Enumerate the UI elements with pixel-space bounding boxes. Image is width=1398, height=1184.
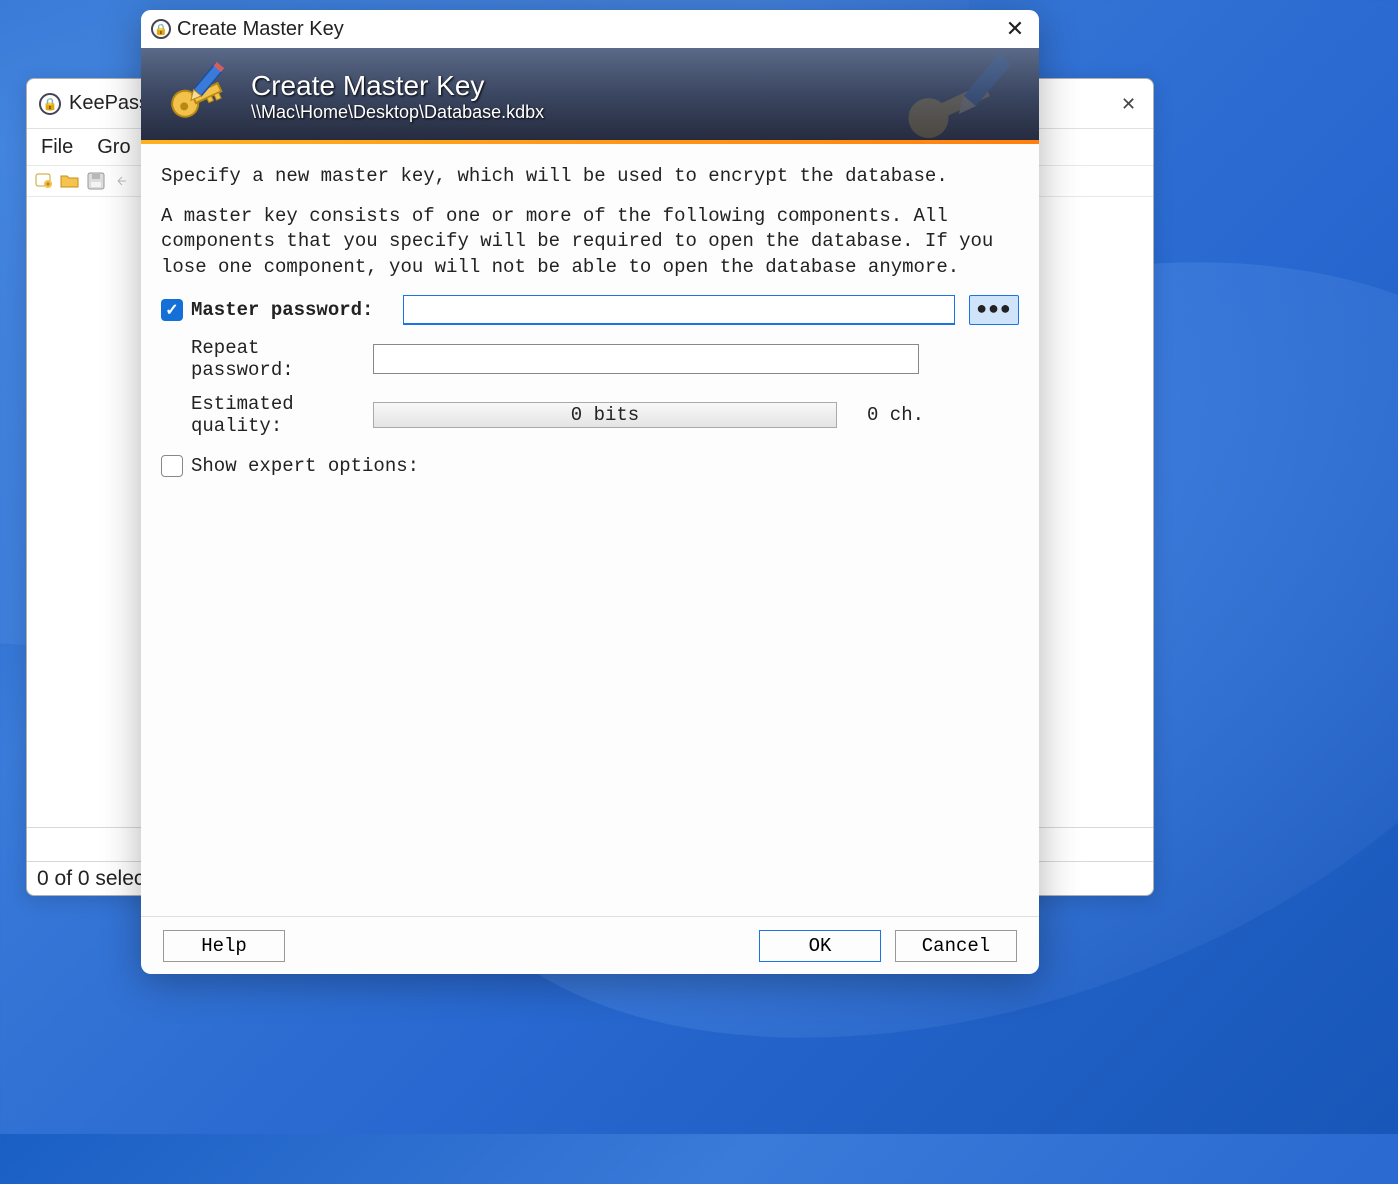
cancel-button[interactable]: Cancel (895, 930, 1017, 962)
header-accent-bar (141, 140, 1039, 144)
repeat-password-label: Repeat password: (191, 337, 373, 381)
close-button[interactable]: ✕ (1121, 94, 1141, 114)
char-count-text: 0 ch. (867, 404, 924, 426)
menu-group[interactable]: Gro (97, 136, 130, 159)
repeat-password-row: Repeat password: (161, 337, 1019, 381)
dialog-titlebar: 🔒 Create Master Key ✕ (141, 10, 1039, 48)
intro-text-1: Specify a new master key, which will be … (161, 164, 1019, 190)
quality-bits-text: 0 bits (571, 404, 639, 426)
estimated-quality-label: Estimated quality: (191, 393, 373, 437)
dialog-title: Create Master Key (177, 18, 344, 41)
maximize-button[interactable] (1077, 94, 1097, 114)
create-master-key-dialog: 🔒 Create Master Key ✕ Cre (141, 10, 1039, 974)
quality-meter: 0 bits (373, 402, 837, 428)
dialog-footer: Help OK Cancel (141, 916, 1039, 974)
key-pencil-icon (161, 60, 233, 132)
key-pencil-watermark-icon (889, 53, 1029, 143)
reveal-password-button[interactable]: ●●● (969, 295, 1019, 325)
main-window-title: KeePass (69, 92, 149, 115)
dialog-header-title: Create Master Key (251, 70, 544, 102)
toolbar-sep-icon (111, 170, 133, 192)
help-button[interactable]: Help (163, 930, 285, 962)
repeat-password-input[interactable] (373, 344, 919, 374)
master-password-input[interactable] (403, 295, 955, 325)
new-db-icon[interactable] (33, 170, 55, 192)
show-expert-options-label: Show expert options: (191, 455, 419, 477)
open-db-icon[interactable] (59, 170, 81, 192)
dialog-header: Create Master Key \\Mac\Home\Desktop\Dat… (141, 48, 1039, 144)
expert-options-row: Show expert options: (161, 455, 1019, 477)
quality-row: Estimated quality: 0 bits 0 ch. (161, 393, 1019, 437)
help-button-label: Help (201, 935, 247, 957)
master-password-row: Master password: ●●● (161, 295, 1019, 325)
lock-icon: 🔒 (151, 19, 171, 39)
status-selection-count: 0 of 0 selec (37, 867, 144, 891)
cancel-button-label: Cancel (922, 935, 990, 957)
dialog-header-path: \\Mac\Home\Desktop\Database.kdbx (251, 102, 544, 123)
intro-text-2: A master key consists of one or more of … (161, 204, 1019, 281)
ok-button[interactable]: OK (759, 930, 881, 962)
master-password-label: Master password: (191, 299, 403, 321)
show-expert-options-checkbox[interactable] (161, 455, 183, 477)
ok-button-label: OK (809, 935, 832, 957)
menu-file[interactable]: File (41, 136, 73, 159)
keepass-icon: 🔒 (39, 93, 61, 115)
dialog-body: Specify a new master key, which will be … (141, 144, 1039, 916)
master-password-checkbox[interactable] (161, 299, 183, 321)
dialog-close-button[interactable]: ✕ (1001, 15, 1029, 43)
save-db-icon[interactable] (85, 170, 107, 192)
